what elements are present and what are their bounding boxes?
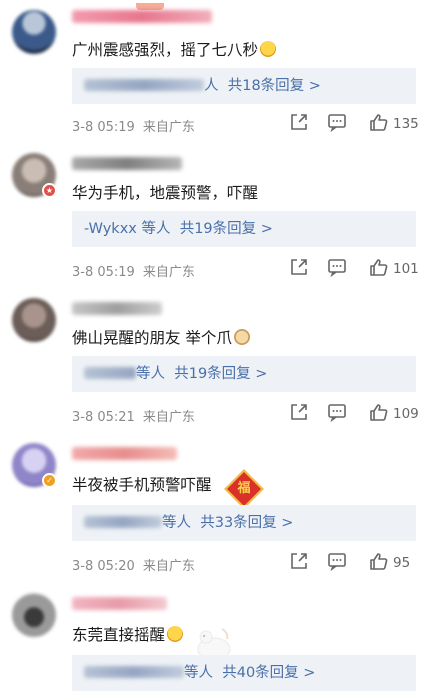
reply-names-blurred	[84, 666, 184, 678]
like-count: 101	[393, 261, 419, 277]
like-button[interactable]: 135	[369, 112, 419, 136]
reply-preview[interactable]: 等人 共40条回复 >	[72, 655, 416, 691]
username[interactable]	[72, 597, 167, 610]
reply-names-blurred	[84, 516, 162, 528]
verified-badge-icon: ★	[42, 183, 57, 198]
comment-text-label: 佛山晃醒的朋友 举个爪	[72, 329, 232, 347]
emoji-laugh-icon	[260, 41, 277, 57]
share-icon[interactable]	[289, 402, 309, 426]
comment-date: 3-8 05:19	[72, 120, 135, 135]
sticker-label: 福	[237, 481, 251, 496]
like-button[interactable]: 109	[369, 402, 419, 426]
comment-icon[interactable]	[327, 402, 347, 426]
like-button[interactable]: 101	[369, 257, 419, 281]
reply-count: 共19条回复 >	[174, 366, 268, 382]
comment-text-label: 东莞直接摇醒	[72, 626, 166, 644]
comment-icon[interactable]	[327, 257, 347, 281]
reply-count: 共40条回复 >	[222, 665, 316, 681]
share-icon[interactable]	[289, 257, 309, 281]
reply-preview[interactable]: 等人 共19条回复 >	[72, 356, 416, 392]
comment-meta: 3-8 05:21 来自广东	[72, 406, 203, 425]
comment-meta: 3-8 05:19 来自广东	[72, 261, 203, 280]
reply-preview[interactable]: 人 共18条回复 >	[72, 68, 416, 104]
avatar[interactable]	[12, 298, 56, 342]
avatar[interactable]	[12, 593, 56, 637]
reply-names-suffix: 等人	[136, 366, 165, 382]
username[interactable]	[72, 302, 162, 315]
like-button[interactable]: 95	[369, 551, 410, 575]
comment-text: 广州震感强烈，摇了七八秒	[72, 38, 277, 60]
avatar[interactable]	[12, 10, 56, 54]
username[interactable]	[72, 447, 177, 460]
reply-names-suffix: 等人	[184, 665, 213, 681]
comment-location: 来自广东	[142, 410, 195, 425]
comment-actions: 95	[289, 551, 419, 575]
comment-meta: 3-8 05:19 来自广东	[72, 116, 203, 135]
comment-text: 华为手机，地震预警，吓醒	[72, 181, 258, 203]
comment-meta: 3-8 05:20 来自广东	[72, 555, 203, 574]
comment-text: 佛山晃醒的朋友 举个爪	[72, 326, 250, 348]
comment-location: 来自广东	[142, 559, 195, 574]
comment-actions: 109	[289, 402, 419, 426]
reply-names-suffix: 等人	[162, 515, 191, 531]
comment-text: 东莞直接摇醒	[72, 623, 184, 645]
comment-actions: 135	[289, 112, 419, 136]
comment-location: 来自广东	[142, 265, 195, 280]
emoji-cry-icon	[167, 626, 184, 642]
comment-actions: 101	[289, 257, 419, 281]
comment-text-label: 半夜被手机预警吓醒	[72, 476, 212, 494]
reply-names: -Wykxx 等人	[84, 221, 171, 237]
username[interactable]	[72, 10, 212, 23]
like-count: 109	[393, 406, 419, 422]
comment-icon[interactable]	[327, 112, 347, 136]
comment-text: 半夜被手机预警吓醒	[72, 473, 212, 495]
reply-preview[interactable]: 等人 共33条回复 >	[72, 505, 416, 541]
fu-sticker-icon: 福	[224, 469, 264, 509]
reply-names-blurred	[84, 367, 136, 379]
comment-date: 3-8 05:19	[72, 265, 135, 280]
reply-preview[interactable]: -Wykxx 等人 共19条回复 >	[72, 211, 416, 247]
reply-names-blurred	[84, 79, 204, 91]
comment-icon[interactable]	[327, 551, 347, 575]
share-icon[interactable]	[289, 112, 309, 136]
verified-badge-icon: ✓	[42, 473, 57, 488]
like-count: 135	[393, 116, 419, 132]
reply-count: 共18条回复 >	[227, 78, 321, 94]
comment-text-label: 广州震感强烈，摇了七八秒	[72, 41, 259, 59]
share-icon[interactable]	[289, 551, 309, 575]
comment-date: 3-8 05:20	[72, 559, 135, 574]
comment-location: 来自广东	[142, 120, 195, 135]
comment-text-label: 华为手机，地震预警，吓醒	[72, 184, 259, 202]
reply-names-suffix: 人	[204, 78, 219, 94]
username[interactable]	[72, 157, 182, 170]
like-count: 95	[393, 555, 411, 571]
emoji-doge-icon	[233, 329, 250, 345]
badge-decoration	[136, 3, 164, 10]
reply-count: 共19条回复 >	[179, 221, 273, 237]
comment-date: 3-8 05:21	[72, 410, 135, 425]
reply-count: 共33条回复 >	[200, 515, 294, 531]
